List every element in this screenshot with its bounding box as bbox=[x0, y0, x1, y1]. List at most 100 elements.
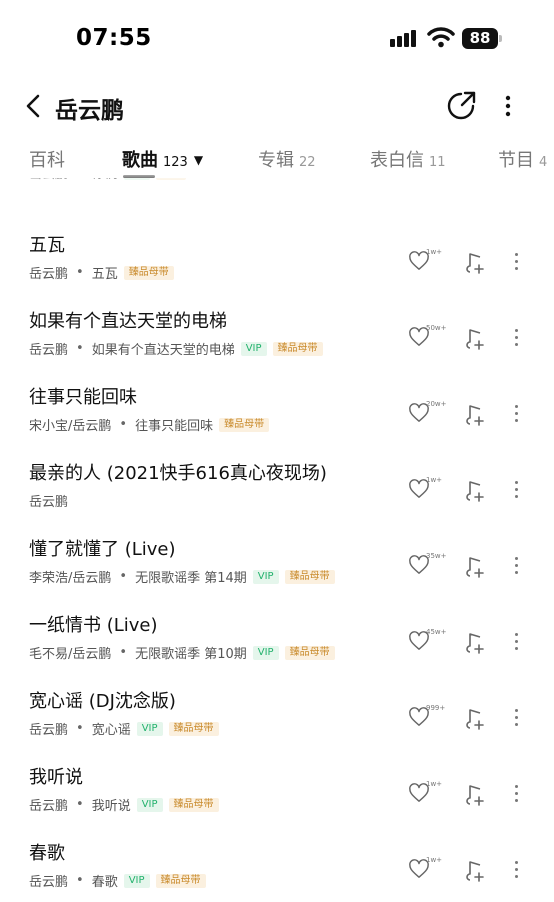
add-to-playlist-icon[interactable] bbox=[465, 783, 487, 807]
song-row[interactable]: 往事只能回味 宋小宝/岳云鹏 • 往事只能回味 臻品母带 20w+ bbox=[0, 383, 554, 459]
heart-icon bbox=[408, 707, 430, 731]
song-title: 五瓦 bbox=[29, 235, 65, 256]
more-vertical-icon[interactable] bbox=[508, 329, 524, 351]
meta-separator: • bbox=[76, 721, 84, 736]
share-icon[interactable] bbox=[446, 89, 478, 121]
add-to-playlist-icon[interactable] bbox=[465, 707, 487, 731]
more-vertical-icon[interactable] bbox=[508, 785, 524, 807]
like-button[interactable]: 50w+ bbox=[408, 324, 447, 353]
meta-separator: • bbox=[119, 417, 128, 432]
quality-badge: 臻品母带 bbox=[123, 265, 174, 280]
heart-icon bbox=[408, 479, 430, 503]
add-to-playlist-icon[interactable] bbox=[465, 251, 487, 275]
song-meta: 岳云鹏 • 如果有个直达天堂的电梯 VIP 臻品母带 bbox=[29, 339, 323, 358]
vip-badge: VIP bbox=[136, 797, 163, 812]
like-button[interactable]: 1w+ bbox=[408, 248, 443, 277]
tab-count: 123 bbox=[163, 155, 188, 170]
song-row[interactable]: 懂了就懂了 (Live) 李荣浩/岳云鹏 • 无限歌谣季 第14期 VIP 臻品母带 3… bbox=[0, 535, 554, 611]
quality-badge: 臻品母带 bbox=[272, 341, 323, 356]
more-vertical-icon[interactable] bbox=[508, 557, 524, 579]
page-title: 岳云鹏 bbox=[55, 98, 124, 124]
song-title: 我听说 bbox=[29, 767, 83, 788]
tab-programs[interactable]: 节目 4 bbox=[498, 146, 547, 172]
more-vertical-icon[interactable] bbox=[496, 92, 520, 120]
song-album: 如果有个直达天堂的电梯 bbox=[91, 343, 235, 358]
song-row[interactable]: 五瓦 岳云鹏 • 五瓦 臻品母带 1w+ bbox=[0, 231, 554, 307]
like-button[interactable]: 45w+ bbox=[408, 628, 447, 657]
wifi-icon bbox=[427, 27, 455, 48]
heart-icon bbox=[408, 403, 430, 427]
vip-badge: VIP bbox=[136, 721, 163, 736]
song-title: 懂了就懂了 (Live) bbox=[29, 539, 176, 560]
add-to-playlist-icon[interactable] bbox=[465, 631, 487, 655]
song-artists: 李荣浩/岳云鹏 bbox=[29, 571, 112, 586]
like-count: 35w+ bbox=[426, 552, 447, 560]
meta-separator: • bbox=[76, 797, 84, 812]
add-to-playlist-icon[interactable] bbox=[465, 555, 487, 579]
add-to-playlist-icon[interactable] bbox=[465, 479, 487, 503]
like-count: 1w+ bbox=[426, 780, 443, 788]
song-album: 春歌 bbox=[91, 875, 118, 890]
add-to-playlist-icon[interactable] bbox=[465, 327, 487, 351]
song-artists: 岳云鹏 bbox=[29, 799, 69, 814]
like-count: 999+ bbox=[426, 704, 446, 712]
tab-songs[interactable]: 歌曲 123 ▼ bbox=[122, 146, 203, 172]
song-meta: 岳云鹏 bbox=[29, 491, 68, 510]
song-title: 如果有个直达天堂的电梯 bbox=[29, 311, 227, 332]
more-vertical-icon[interactable] bbox=[508, 405, 524, 427]
caret-down-icon[interactable]: ▼ bbox=[194, 153, 203, 167]
song-artists: 岳云鹏 bbox=[29, 723, 69, 738]
song-artists: 宋小宝/岳云鹏 bbox=[29, 419, 112, 434]
tab-count: 11 bbox=[429, 155, 446, 170]
song-row[interactable]: 一纸情书 (Live) 毛不易/岳云鹏 • 无限歌谣季 第10期 VIP 臻品母带 45… bbox=[0, 611, 554, 687]
song-title: 宽心谣 (DJ沈念版) bbox=[29, 691, 176, 712]
tab-encyclopedia[interactable]: 百科 bbox=[29, 146, 65, 172]
more-vertical-icon[interactable] bbox=[508, 633, 524, 655]
like-count: 1w+ bbox=[426, 856, 443, 864]
song-artists: 岳云鹏 bbox=[29, 875, 69, 890]
add-to-playlist-icon[interactable] bbox=[465, 859, 487, 883]
vip-badge: VIP bbox=[240, 341, 267, 356]
song-row[interactable]: 宽心谣 (DJ沈念版) 岳云鹏 • 宽心谣 VIP 臻品母带 999+ bbox=[0, 687, 554, 763]
like-button[interactable]: 1w+ bbox=[408, 856, 443, 885]
song-row[interactable]: 我听说 岳云鹏 • 我听说 VIP 臻品母带 1w+ bbox=[0, 763, 554, 839]
tab-count: 22 bbox=[299, 155, 316, 170]
song-artists: 岳云鹏 bbox=[29, 267, 69, 282]
song-meta: 毛不易/岳云鹏 • 无限歌谣季 第10期 VIP 臻品母带 bbox=[29, 643, 335, 662]
song-album: 无限歌谣季 第14期 bbox=[135, 571, 247, 586]
meta-separator: • bbox=[76, 265, 84, 280]
song-row[interactable]: 春歌 岳云鹏 • 春歌 VIP 臻品母带 1w+ bbox=[0, 839, 554, 902]
like-count: 1w+ bbox=[426, 476, 443, 484]
tab-label: 表白信 bbox=[370, 150, 424, 171]
like-count: 1w+ bbox=[426, 248, 443, 256]
like-button[interactable]: 20w+ bbox=[408, 400, 447, 429]
like-button[interactable]: 1w+ bbox=[408, 476, 443, 505]
quality-badge: 臻品母带 bbox=[168, 797, 219, 812]
tab-love-letters[interactable]: 表白信 11 bbox=[370, 146, 446, 172]
more-vertical-icon[interactable] bbox=[508, 709, 524, 731]
song-title: 一纸情书 (Live) bbox=[29, 615, 158, 636]
quality-badge: 臻品母带 bbox=[284, 645, 335, 660]
tab-albums[interactable]: 专辑 22 bbox=[258, 146, 316, 172]
song-album: 五瓦 bbox=[91, 267, 118, 282]
like-button[interactable]: 35w+ bbox=[408, 552, 447, 581]
add-to-playlist-icon[interactable] bbox=[465, 403, 487, 427]
more-vertical-icon[interactable] bbox=[508, 481, 524, 503]
like-button[interactable]: 999+ bbox=[408, 704, 446, 733]
more-vertical-icon[interactable] bbox=[508, 861, 524, 883]
heart-icon bbox=[408, 631, 430, 655]
song-row[interactable]: 最亲的人 (2021快手616真心夜现场) 岳云鹏 1w+ bbox=[0, 459, 554, 535]
chevron-left-icon[interactable] bbox=[22, 92, 46, 120]
song-row[interactable]: 如果有个直达天堂的电梯 岳云鹏 • 如果有个直达天堂的电梯 VIP 臻品母带 50w+ bbox=[0, 307, 554, 383]
song-title: 往事只能回味 bbox=[29, 387, 137, 408]
song-meta: 岳云鹏 • 五瓦 臻品母带 bbox=[29, 263, 174, 282]
page-header: 岳云鹏 bbox=[0, 80, 554, 132]
like-button[interactable]: 1w+ bbox=[408, 780, 443, 809]
meta-separator: • bbox=[76, 341, 84, 356]
like-count: 45w+ bbox=[426, 628, 447, 636]
more-vertical-icon[interactable] bbox=[508, 253, 524, 275]
meta-separator: • bbox=[119, 645, 128, 660]
song-title: 最亲的人 (2021快手616真心夜现场) bbox=[29, 463, 327, 484]
song-meta: 岳云鹏 • 宽心谣 VIP 臻品母带 bbox=[29, 719, 219, 738]
quality-badge: 臻品母带 bbox=[155, 873, 206, 888]
